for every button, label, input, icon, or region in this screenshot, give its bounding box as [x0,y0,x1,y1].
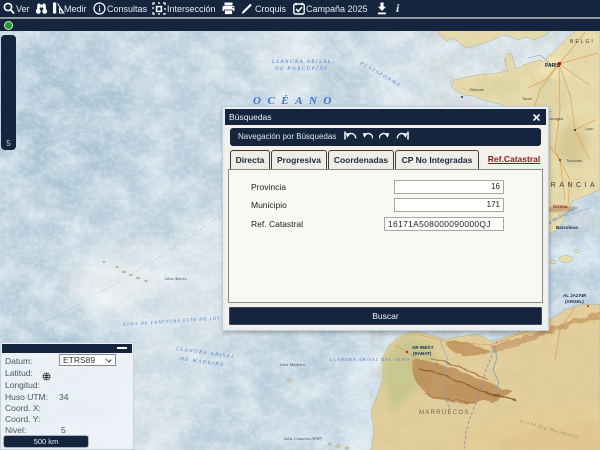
svg-text:Tours: Tours [522,96,532,101]
svg-text:Girona: Girona [553,204,568,209]
svg-text:Toulouse: Toulouse [566,158,583,163]
svg-text:BÉLGI: BÉLGI [570,38,595,45]
svg-text:LLANURA ABISAL DEL SENO: LLANURA ABISAL DEL SENO [329,357,410,362]
svg-text:MARRUECOS: MARRUECOS [419,410,470,416]
svg-text:Rennes: Rennes [470,87,484,92]
svg-text:Barcelona: Barcelona [556,225,578,230]
svg-text:(RABAT): (RABAT) [413,351,432,356]
svg-text:DE PORCUPINE: DE PORCUPINE [274,67,329,72]
svg-text:PARIS: PARIS [545,63,561,69]
svg-text:FRANCIA: FRANCIA [543,182,598,189]
svg-text:(ARGEL): (ARGEL) [565,299,584,304]
svg-text:Islas Canarias (ESP): Islas Canarias (ESP) [283,436,323,441]
svg-text:Lyon: Lyon [585,126,594,131]
svg-text:Islas Madeira: Islas Madeira [279,362,306,367]
svg-text:AL JAZĀIR: AL JAZĀIR [563,292,587,298]
svg-text:Islas Azores: Islas Azores [164,276,187,281]
svg-text:AR RIBĀT: AR RIBĀT [412,344,434,350]
svg-text:LLANURA ABISAL: LLANURA ABISAL [271,60,332,65]
svg-text:Limoges: Limoges [548,116,563,121]
svg-text:i: i [98,5,101,14]
